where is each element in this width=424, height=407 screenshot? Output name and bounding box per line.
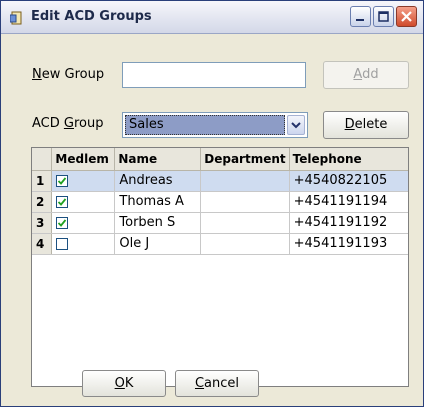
column-header-department[interactable]: Department	[200, 148, 290, 171]
row-number: 4	[32, 233, 53, 255]
department-cell[interactable]	[200, 233, 290, 255]
column-header-name[interactable]: Name	[114, 148, 202, 171]
column-header-telephone[interactable]: Telephone	[289, 148, 408, 171]
department-cell[interactable]	[200, 212, 290, 234]
member-checkbox[interactable]	[56, 237, 69, 250]
chevron-down-icon	[291, 122, 301, 129]
member-checkbox[interactable]	[56, 174, 69, 187]
checkmark-icon	[58, 176, 67, 185]
members-table: Medlem Name Department Telephone 1 Andrea…	[32, 148, 408, 255]
member-cell[interactable]	[51, 191, 116, 213]
cancel-button[interactable]: Cancel	[175, 370, 259, 397]
member-cell[interactable]	[51, 233, 116, 255]
row-number: 1	[32, 170, 53, 192]
name-cell[interactable]: Ole J	[114, 233, 202, 255]
close-button[interactable]	[396, 6, 417, 27]
checkmark-icon	[58, 218, 67, 227]
acd-group-label: ACD Group	[32, 116, 104, 131]
dropdown-button[interactable]	[287, 115, 305, 135]
member-checkbox[interactable]	[56, 195, 69, 208]
table-row[interactable]: 2 Thomas A +4541191194	[32, 191, 408, 213]
acd-group-selected-value: Sales	[125, 115, 285, 135]
acd-group-select[interactable]: Sales	[122, 112, 308, 138]
name-cell[interactable]: Thomas A	[114, 191, 202, 213]
minimize-button[interactable]	[350, 6, 371, 27]
table-header-row: Medlem Name Department Telephone	[32, 148, 408, 171]
name-cell[interactable]: Torben S	[114, 212, 202, 234]
members-grid[interactable]: Medlem Name Department Telephone 1 Andrea…	[31, 147, 409, 387]
table-row[interactable]: 3 Torben S +4541191192	[32, 212, 408, 234]
telephone-cell[interactable]: +4541191192	[289, 212, 408, 234]
row-number-header	[32, 148, 53, 171]
minimize-icon	[356, 19, 364, 21]
row-number: 2	[32, 191, 53, 213]
member-cell[interactable]	[51, 212, 116, 234]
new-group-input[interactable]	[122, 62, 306, 88]
maximize-icon	[378, 11, 389, 22]
maximize-button[interactable]	[373, 6, 394, 27]
edit-acd-groups-dialog: Edit ACD Groups New Group Add ACD Group …	[0, 0, 424, 407]
department-cell[interactable]	[200, 191, 290, 213]
ok-button[interactable]: OK	[82, 370, 166, 397]
new-group-label: New Group	[32, 67, 105, 82]
column-header-medlem[interactable]: Medlem	[51, 148, 116, 171]
department-cell[interactable]	[200, 170, 290, 192]
row-number: 3	[32, 212, 53, 234]
close-icon	[401, 11, 412, 22]
telephone-cell[interactable]: +4541191194	[289, 191, 408, 213]
delete-button[interactable]: Delete	[323, 111, 409, 139]
app-icon	[9, 10, 24, 25]
table-row[interactable]: 1 Andreas +4540822105	[32, 170, 408, 192]
telephone-cell[interactable]: +4541191193	[289, 233, 408, 255]
member-cell[interactable]	[51, 170, 116, 192]
member-checkbox[interactable]	[56, 216, 69, 229]
telephone-cell[interactable]: +4540822105	[289, 170, 408, 192]
name-cell[interactable]: Andreas	[114, 170, 202, 192]
title-bar[interactable]: Edit ACD Groups	[1, 1, 423, 34]
add-button[interactable]: Add	[323, 61, 409, 89]
table-row[interactable]: 4 Ole J +4541191193	[32, 233, 408, 255]
window-title: Edit ACD Groups	[31, 9, 152, 24]
checkmark-icon	[58, 197, 67, 206]
